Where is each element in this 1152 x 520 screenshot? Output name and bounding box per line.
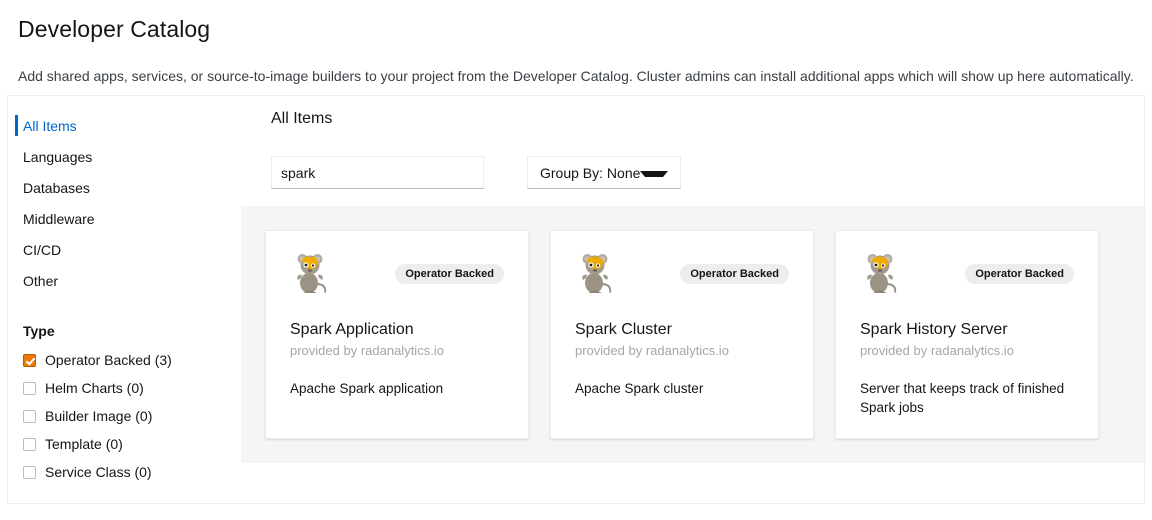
page-title: Developer Catalog	[18, 16, 211, 42]
catalog-tile-spark-application[interactable]: Operator Backed Spark Application provid…	[265, 230, 529, 439]
tile-description: Apache Spark application	[290, 381, 444, 396]
tile-header: Operator Backed	[290, 252, 504, 297]
developer-catalog-page: Developer Catalog Add shared apps, servi…	[0, 0, 1152, 520]
filter-helm-charts[interactable]: Helm Charts (0)	[23, 374, 241, 402]
filter-builder-image[interactable]: Builder Image (0)	[23, 402, 241, 430]
tile-provider: provided by radanalytics.io	[290, 343, 444, 358]
sidebar-item-label: CI/CD	[23, 241, 62, 258]
catalog-tile-spark-cluster[interactable]: Operator Backed Spark Cluster provided b…	[550, 230, 814, 439]
sidebar-item-label: Middleware	[23, 210, 95, 227]
sidebar-item-cicd[interactable]: CI/CD	[8, 234, 241, 265]
page-header: Developer Catalog Add shared apps, servi…	[0, 0, 1152, 86]
catalog-tiles-area: Operator Backed Spark Application provid…	[241, 206, 1146, 463]
sidebar-item-languages[interactable]: Languages	[8, 141, 241, 172]
tile-header: Operator Backed	[860, 252, 1074, 297]
tile-provider: provided by radanalytics.io	[860, 343, 1014, 358]
sidebar-item-middleware[interactable]: Middleware	[8, 203, 241, 234]
tile-title: Spark Cluster	[575, 321, 672, 338]
chevron-down-icon	[640, 170, 669, 177]
type-filter-title: Type	[23, 323, 55, 339]
tile-description: Server that keeps track of finished Spar…	[860, 381, 1065, 415]
sidebar-item-label: All Items	[23, 117, 77, 134]
filter-operator-backed[interactable]: Operator Backed (3)	[23, 346, 241, 374]
checkbox-icon[interactable]	[23, 409, 36, 423]
tile-provider: provided by radanalytics.io	[575, 343, 729, 358]
tile-title: Spark History Server	[860, 321, 1008, 338]
group-by-label: Group By: None	[540, 164, 641, 181]
search-input[interactable]	[271, 156, 484, 189]
type-filter-group: Type Operator Backed (3) Helm Charts (0)…	[8, 322, 241, 486]
catalog-tiles-row: Operator Backed Spark Application provid…	[265, 230, 1146, 439]
tile-title: Spark Application	[290, 321, 414, 338]
sidebar-item-label: Languages	[23, 148, 93, 165]
catalog-tile-spark-history-server[interactable]: Operator Backed Spark History Server pro…	[835, 230, 1099, 439]
page-subtitle: Add shared apps, services, or source-to-…	[18, 68, 1134, 84]
sidebar-item-all-items[interactable]: All Items	[8, 110, 241, 141]
filter-label: Service Class (0)	[45, 464, 152, 480]
operator-backed-badge: Operator Backed	[680, 264, 789, 284]
content-heading: All Items	[271, 110, 333, 127]
catalog-container: All Items Languages Databases Middleware…	[7, 95, 1146, 504]
radanalytics-mouse-icon	[575, 252, 615, 294]
operator-backed-badge: Operator Backed	[965, 264, 1074, 284]
group-by-dropdown[interactable]: Group By: None	[527, 156, 682, 189]
filter-label: Helm Charts (0)	[45, 380, 144, 396]
checkbox-icon[interactable]	[23, 381, 36, 395]
sidebar-item-other[interactable]: Other	[8, 265, 241, 296]
filter-label: Builder Image (0)	[45, 408, 153, 424]
catalog-sidebar: All Items Languages Databases Middleware…	[8, 96, 241, 503]
tile-header: Operator Backed	[575, 252, 789, 297]
sidebar-item-databases[interactable]: Databases	[8, 172, 241, 203]
category-nav: All Items Languages Databases Middleware…	[8, 110, 241, 296]
filter-label: Template (0)	[45, 436, 123, 452]
checkbox-icon[interactable]	[23, 465, 36, 479]
radanalytics-mouse-icon	[860, 252, 900, 294]
sidebar-item-label: Other	[23, 272, 59, 289]
operator-backed-badge: Operator Backed	[395, 264, 504, 284]
filter-template[interactable]: Template (0)	[23, 430, 241, 458]
filter-label: Operator Backed (3)	[45, 352, 172, 368]
checkbox-icon[interactable]	[23, 353, 36, 367]
catalog-toolbar: Group By: None	[271, 129, 1144, 189]
tile-description: Apache Spark cluster	[575, 381, 704, 396]
sidebar-item-label: Databases	[23, 179, 90, 196]
checkbox-icon[interactable]	[23, 437, 36, 451]
radanalytics-mouse-icon	[290, 252, 330, 294]
filter-service-class[interactable]: Service Class (0)	[23, 458, 241, 486]
